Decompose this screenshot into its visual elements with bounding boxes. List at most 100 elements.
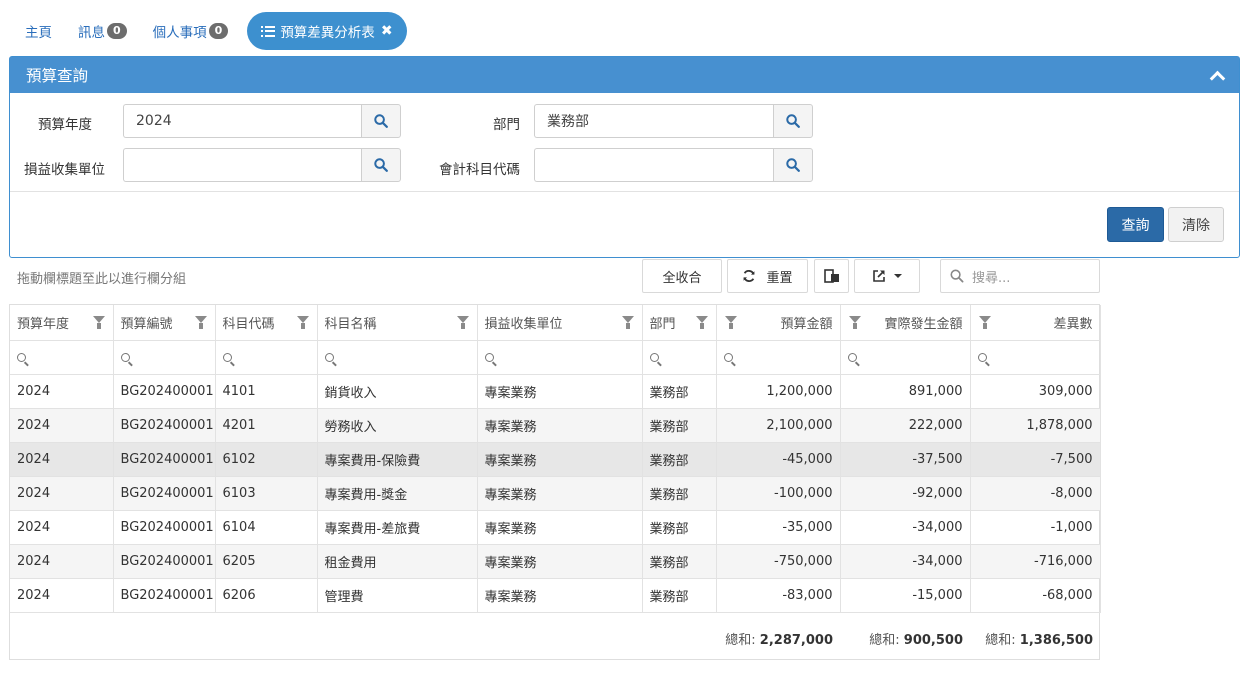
cell-budget-number: BG202400001 bbox=[113, 510, 216, 545]
table-row-selected[interactable]: 2024 BG202400001 6102 專案費用-保險費 專案業務 業務部 … bbox=[10, 442, 1101, 477]
search-icon bbox=[374, 114, 388, 128]
account-code-lookup bbox=[534, 148, 813, 182]
cell-account-name: 專案費用-差旅費 bbox=[317, 510, 478, 545]
cell-budget-number: BG202400001 bbox=[113, 544, 216, 579]
search-icon bbox=[786, 158, 800, 172]
cell-department: 業務部 bbox=[642, 578, 717, 613]
tab-messages[interactable]: 訊息 0 bbox=[65, 12, 140, 50]
cell-budget-year: 2024 bbox=[10, 544, 114, 579]
grid-search-input[interactable]: 搜尋... bbox=[940, 259, 1100, 293]
department-label: 部門 bbox=[493, 117, 520, 133]
filter-icon[interactable] bbox=[92, 316, 105, 329]
filter-cell[interactable] bbox=[317, 340, 478, 375]
cell-pl-collection-unit: 專案業務 bbox=[477, 374, 643, 409]
total-actual-amount: 總和: 900,500 bbox=[869, 633, 963, 648]
filter-cell[interactable] bbox=[477, 340, 643, 375]
column-header-actual-amount[interactable]: 實際發生金額 bbox=[840, 305, 971, 341]
column-header-budget-amount[interactable]: 預算金額 bbox=[716, 305, 841, 341]
column-header-department[interactable]: 部門 bbox=[642, 305, 717, 341]
cell-variance: -7,500 bbox=[970, 442, 1101, 477]
column-header-account-name[interactable]: 科目名稱 bbox=[317, 305, 478, 341]
tab-personal-items[interactable]: 個人事項 0 bbox=[140, 12, 242, 50]
filter-icon[interactable] bbox=[456, 316, 469, 329]
filter-cell[interactable] bbox=[215, 340, 318, 375]
column-chooser-button[interactable] bbox=[814, 259, 849, 293]
department-lookup: 業務部 bbox=[534, 104, 813, 138]
filter-cell[interactable] bbox=[840, 340, 971, 375]
filter-icon[interactable] bbox=[296, 316, 309, 329]
collapse-all-button[interactable]: 全收合 bbox=[642, 259, 722, 293]
panel-header: 預算查詢 bbox=[10, 57, 1239, 93]
filter-cell[interactable] bbox=[970, 340, 1101, 375]
export-dropdown-button[interactable] bbox=[854, 259, 920, 293]
column-header-variance[interactable]: 差異數 bbox=[970, 305, 1101, 341]
table-row[interactable]: 2024 BG202400001 6205 租金費用 專案業務 業務部 -750… bbox=[10, 544, 1101, 579]
cell-budget-amount: -45,000 bbox=[716, 442, 841, 477]
cell-budget-year: 2024 bbox=[10, 408, 114, 443]
search-icon bbox=[17, 352, 26, 362]
search-icon bbox=[324, 352, 334, 362]
table-row[interactable]: 2024 BG202400001 6103 專案費用-獎金 專案業務 業務部 -… bbox=[10, 476, 1101, 511]
cell-account-name: 租金費用 bbox=[317, 544, 478, 579]
account-code-search-button[interactable] bbox=[773, 148, 813, 182]
group-by-drop-area[interactable]: 拖動欄標題至此以進行欄分組 bbox=[17, 268, 186, 287]
cell-account-code: 6104 bbox=[215, 510, 318, 545]
cell-department: 業務部 bbox=[642, 374, 717, 409]
cell-pl-collection-unit: 專案業務 bbox=[477, 408, 643, 443]
close-tab-icon[interactable]: ✖ bbox=[381, 23, 393, 39]
filter-cell[interactable] bbox=[642, 340, 717, 375]
cell-actual-amount: -15,000 bbox=[840, 578, 971, 613]
cell-account-name: 專案費用-保險費 bbox=[317, 442, 478, 477]
tab-budget-variance-report[interactable]: 預算差異分析表 ✖ bbox=[247, 12, 407, 50]
account-code-input[interactable] bbox=[534, 148, 773, 182]
collapse-panel-icon[interactable] bbox=[1209, 67, 1225, 83]
data-table: 預算年度 預算編號 科目代碼 科目名稱 損益收集單位 部門 預算金額 實際發生金… bbox=[10, 305, 1101, 613]
cell-account-name: 勞務收入 bbox=[317, 408, 478, 443]
filter-icon[interactable] bbox=[621, 316, 634, 329]
table-row[interactable]: 2024 BG202400001 4101 銷貨收入 專案業務 業務部 1,20… bbox=[10, 374, 1101, 409]
pl-collection-unit-input[interactable] bbox=[123, 148, 361, 182]
column-header-pl-collection-unit[interactable]: 損益收集單位 bbox=[477, 305, 643, 341]
budget-year-search-button[interactable] bbox=[361, 104, 401, 138]
budget-year-input[interactable]: 2024 bbox=[123, 104, 361, 138]
column-header-budget-year[interactable]: 預算年度 bbox=[10, 305, 114, 341]
cell-pl-collection-unit: 專案業務 bbox=[477, 442, 643, 477]
filter-icon[interactable] bbox=[695, 316, 708, 329]
table-row[interactable]: 2024 BG202400001 6206 管理費 專案業務 業務部 -83,0… bbox=[10, 578, 1101, 613]
table-row[interactable]: 2024 BG202400001 4201 勞務收入 專案業務 業務部 2,10… bbox=[10, 408, 1101, 443]
search-icon bbox=[649, 352, 659, 362]
table-row[interactable]: 2024 BG202400001 6104 專案費用-差旅費 專案業務 業務部 … bbox=[10, 510, 1101, 545]
cell-variance: -716,000 bbox=[970, 544, 1101, 579]
tab-home[interactable]: 主頁 bbox=[12, 12, 65, 50]
cell-department: 業務部 bbox=[642, 408, 717, 443]
reset-button[interactable]: 重置 bbox=[727, 259, 808, 293]
cell-budget-year: 2024 bbox=[10, 510, 114, 545]
filter-cell[interactable] bbox=[10, 340, 114, 375]
filter-row bbox=[10, 340, 1101, 375]
cell-budget-amount: -83,000 bbox=[716, 578, 841, 613]
budget-year-lookup: 2024 bbox=[123, 104, 401, 138]
query-button[interactable]: 查詢 bbox=[1107, 207, 1164, 242]
panel-divider bbox=[10, 191, 1239, 192]
clear-button[interactable]: 清除 bbox=[1168, 207, 1224, 242]
cell-variance: -8,000 bbox=[970, 476, 1101, 511]
column-header-account-code[interactable]: 科目代碼 bbox=[215, 305, 318, 341]
pl-collection-unit-search-button[interactable] bbox=[361, 148, 401, 182]
search-icon bbox=[484, 352, 494, 362]
filter-icon[interactable] bbox=[848, 316, 861, 329]
panel-title: 預算查詢 bbox=[26, 67, 89, 85]
budget-query-panel: 預算查詢 預算年度 2024 部門 業務部 損益收集單位 會計科目代碼 查詢 清… bbox=[9, 56, 1240, 258]
filter-icon[interactable] bbox=[724, 316, 737, 329]
filter-cell[interactable] bbox=[716, 340, 841, 375]
cell-account-code: 4101 bbox=[215, 374, 318, 409]
column-header-budget-number[interactable]: 預算編號 bbox=[113, 305, 216, 341]
department-input[interactable]: 業務部 bbox=[534, 104, 773, 138]
pl-collection-unit-label: 損益收集單位 bbox=[24, 162, 105, 178]
tab-bar: 主頁 訊息 0 個人事項 0 預算差異分析表 ✖ bbox=[12, 12, 407, 50]
cell-pl-collection-unit: 專案業務 bbox=[477, 544, 643, 579]
filter-icon[interactable] bbox=[978, 316, 991, 329]
budget-variance-grid: 預算年度 預算編號 科目代碼 科目名稱 損益收集單位 部門 預算金額 實際發生金… bbox=[9, 304, 1101, 660]
filter-cell[interactable] bbox=[113, 340, 216, 375]
filter-icon[interactable] bbox=[194, 316, 207, 329]
department-search-button[interactable] bbox=[773, 104, 813, 138]
